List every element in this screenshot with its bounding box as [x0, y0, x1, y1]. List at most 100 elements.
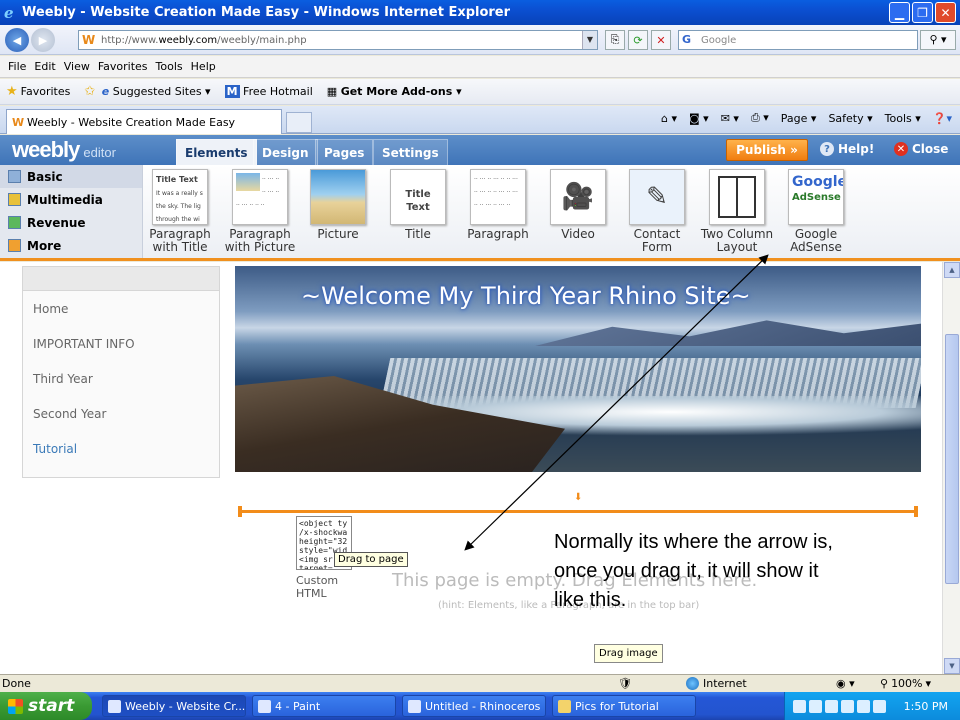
status-text: Done	[2, 677, 31, 690]
command-bar: ⌂ ▾ ◙ ▾ ✉ ▾ ⎙ ▾ Page ▾ Safety ▾ Tools ▾ …	[661, 111, 952, 125]
safety-menu[interactable]: Safety ▾	[828, 112, 872, 125]
scroll-up-icon[interactable]: ▲	[944, 262, 960, 278]
category-multimedia[interactable]: Multimedia	[0, 188, 142, 211]
tray-icon-5[interactable]	[857, 699, 870, 713]
publish-button[interactable]: Publish »	[726, 139, 808, 161]
element-paragraph-with-title[interactable]: Title Text It was a really s the sky. The…	[141, 169, 219, 254]
vertical-scrollbar[interactable]: ▲ ▼	[942, 262, 960, 674]
banner-mountains	[535, 320, 921, 346]
mail-icon[interactable]: ✉ ▾	[721, 112, 739, 125]
favorites-star-icon: ★	[6, 84, 18, 99]
taskbar-item-weebly[interactable]: Weebly - Website Cr...	[102, 695, 246, 717]
scroll-thumb[interactable]	[945, 334, 959, 584]
msn-icon: M	[224, 85, 240, 98]
zone-settings-icon[interactable]: ◉ ▾	[836, 677, 855, 690]
tray-icon-6[interactable]	[873, 699, 886, 713]
ie-icon: e	[101, 85, 110, 98]
tools-menu[interactable]: Tools ▾	[885, 112, 921, 125]
taskbar-item-pics-for-tutorial[interactable]: Pics for Tutorial	[552, 695, 696, 717]
menu-view[interactable]: View	[64, 60, 98, 73]
site-nav-important-info[interactable]: IMPORTANT INFO	[23, 326, 219, 361]
minimize-button[interactable]: ▁	[889, 2, 910, 23]
taskbar-item-rhinoceros[interactable]: Untitled - Rhinoceros ...	[402, 695, 546, 717]
address-dropdown-icon[interactable]: ▼	[582, 31, 597, 49]
site-nav-home[interactable]: Home	[23, 291, 219, 326]
element-palette: Basic Multimedia Revenue More Title Text…	[0, 165, 960, 261]
ie-logo-icon: e	[4, 4, 14, 22]
element-title[interactable]: Title Text Title	[379, 169, 457, 241]
site-nav-tutorial[interactable]: Tutorial	[23, 431, 219, 466]
drop-zone-indicator	[238, 506, 918, 517]
favorites-button[interactable]: ★ Favorites	[6, 84, 70, 99]
back-button[interactable]: ◀	[5, 28, 29, 52]
site-nav-second-year[interactable]: Second Year	[23, 396, 219, 431]
tab-pages[interactable]: Pages	[315, 139, 374, 165]
tray-icon-4[interactable]	[841, 699, 854, 713]
home-icon[interactable]: ⌂ ▾	[661, 112, 677, 125]
paragraph-with-picture-icon: ·· ··· ·· ·· ··· ·· ·· ··· ·· ·· ··	[232, 169, 288, 225]
menu-edit[interactable]: Edit	[34, 60, 63, 73]
zoom-level[interactable]: ⚲ 100% ▾	[880, 677, 931, 690]
print-icon[interactable]: ⎙ ▾	[751, 111, 769, 125]
browser-tab-row: W Weebly - Website Creation Made Easy ⌂ …	[0, 106, 960, 134]
tray-icon-3[interactable]	[825, 699, 838, 713]
addons-icon: ▦	[326, 85, 338, 98]
forward-button[interactable]: ▶	[31, 28, 55, 52]
element-contact-form[interactable]: ✎ Contact Form	[618, 169, 696, 254]
more-icon	[8, 239, 21, 252]
menu-help[interactable]: Help	[191, 60, 224, 73]
help-circle-icon: ?	[820, 142, 834, 156]
menu-file[interactable]: File	[8, 60, 34, 73]
tab-settings[interactable]: Settings	[373, 139, 448, 165]
help-button[interactable]: ? Help!	[820, 142, 874, 156]
tab-elements[interactable]: Elements	[176, 139, 257, 165]
search-button[interactable]: ⚲ ▾	[920, 30, 956, 50]
paragraph-icon: ·· ··· ·· ··· ·· ·· ··· ·· ··· ·· ·· ···…	[470, 169, 526, 225]
category-revenue[interactable]: Revenue	[0, 211, 142, 234]
taskbar: start Weebly - Website Cr... 4 - Paint U…	[0, 692, 960, 720]
help-icon[interactable]: ❓▾	[933, 112, 952, 125]
tab-design[interactable]: Design	[253, 139, 318, 165]
element-picture[interactable]: Picture	[299, 169, 377, 241]
feeds-icon[interactable]: ◙ ▾	[689, 112, 709, 125]
tray-icon-1[interactable]	[793, 699, 806, 713]
address-bar[interactable]: W http://www. weebly.com/weebly/main.php …	[78, 30, 598, 50]
refresh-icon[interactable]: ⟳	[628, 30, 648, 50]
compatibility-view-icon[interactable]: ⎘	[605, 30, 625, 50]
new-tab-button[interactable]	[286, 112, 312, 133]
site-navigation: Home IMPORTANT INFO Third Year Second Ye…	[22, 266, 220, 478]
maximize-button[interactable]: ❐	[912, 2, 933, 23]
get-addons-link[interactable]: ▦ Get More Add-ons ▾	[327, 85, 462, 98]
taskbar-item-paint[interactable]: 4 - Paint	[252, 695, 396, 717]
scroll-down-icon[interactable]: ▼	[944, 658, 960, 674]
menu-favorites[interactable]: Favorites	[98, 60, 156, 73]
folder-taskbar-icon	[558, 700, 571, 713]
element-paragraph[interactable]: ·· ··· ·· ··· ·· ·· ··· ·· ··· ·· ·· ···…	[459, 169, 537, 241]
internet-globe-icon	[686, 677, 699, 690]
free-hotmail-link[interactable]: M Free Hotmail	[224, 85, 313, 98]
element-video[interactable]: 🎥 Video	[539, 169, 617, 241]
browser-tab-weebly[interactable]: W Weebly - Website Creation Made Easy	[6, 109, 282, 134]
category-basic[interactable]: Basic	[0, 165, 142, 188]
element-paragraph-with-picture[interactable]: ·· ··· ·· ·· ··· ·· ·· ··· ·· ·· ·· Para…	[221, 169, 299, 254]
rhino-taskbar-icon	[408, 700, 421, 713]
site-nav-third-year[interactable]: Third Year	[23, 361, 219, 396]
editor-header: weebly editor Elements Design Pages Setti…	[0, 135, 960, 165]
banner-title: ~Welcome My Third Year Rhino Site~	[301, 282, 751, 310]
element-two-column-layout[interactable]: Two Column Layout	[698, 169, 776, 254]
add-favorite-icon: ✩	[84, 84, 96, 99]
category-more[interactable]: More	[0, 234, 142, 257]
revenue-icon	[8, 216, 21, 229]
search-box[interactable]: G Google	[678, 30, 918, 50]
close-window-button[interactable]: ✕	[935, 2, 956, 23]
tray-icon-2[interactable]	[809, 699, 822, 713]
start-button[interactable]: start	[0, 692, 92, 720]
menu-tools[interactable]: Tools	[156, 60, 191, 73]
page-menu[interactable]: Page ▾	[781, 112, 817, 125]
weebly-logo: weebly editor	[12, 137, 116, 162]
window-title: Weebly - Website Creation Made Easy - Wi…	[22, 5, 511, 20]
close-editor-button[interactable]: ✕ Close	[894, 142, 948, 156]
suggested-sites-link[interactable]: ✩ e Suggested Sites ▾	[84, 84, 210, 99]
element-google-adsense[interactable]: Google AdSense Google AdSense	[777, 169, 855, 254]
stop-icon[interactable]: ✕	[651, 30, 671, 50]
